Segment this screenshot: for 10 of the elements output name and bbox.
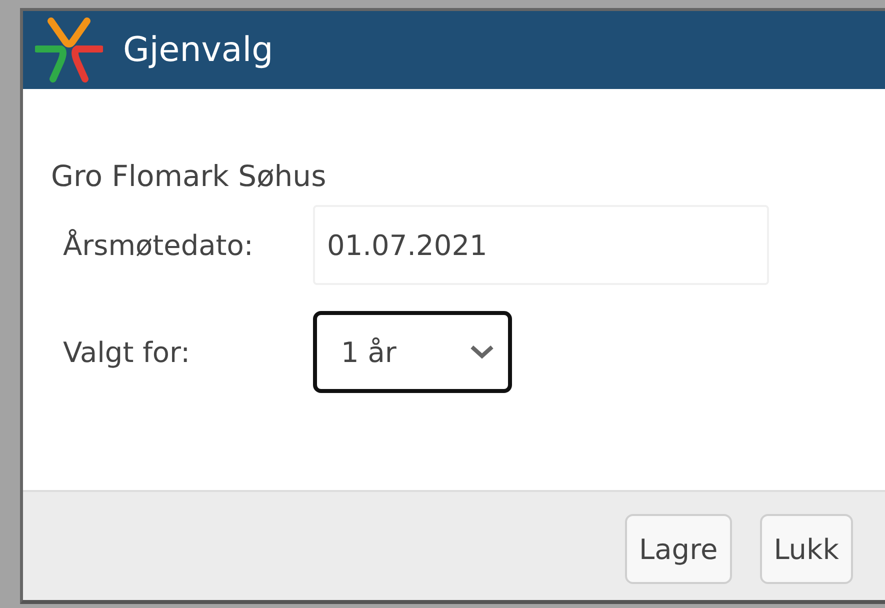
- chevron-down-icon: [470, 344, 494, 360]
- save-button[interactable]: Lagre: [625, 514, 732, 584]
- close-button[interactable]: Lukk: [760, 514, 853, 584]
- window-title: Gjenvalg: [123, 30, 274, 70]
- person-name: Gro Flomark Søhus: [51, 159, 326, 193]
- logo-icon: [35, 17, 103, 83]
- date-field[interactable]: 01.07.2021: [313, 205, 769, 285]
- field-label: Valgt for:: [63, 336, 190, 368]
- period-select[interactable]: 1 år: [313, 311, 512, 393]
- field-label: Årsmøtedato:: [63, 228, 254, 262]
